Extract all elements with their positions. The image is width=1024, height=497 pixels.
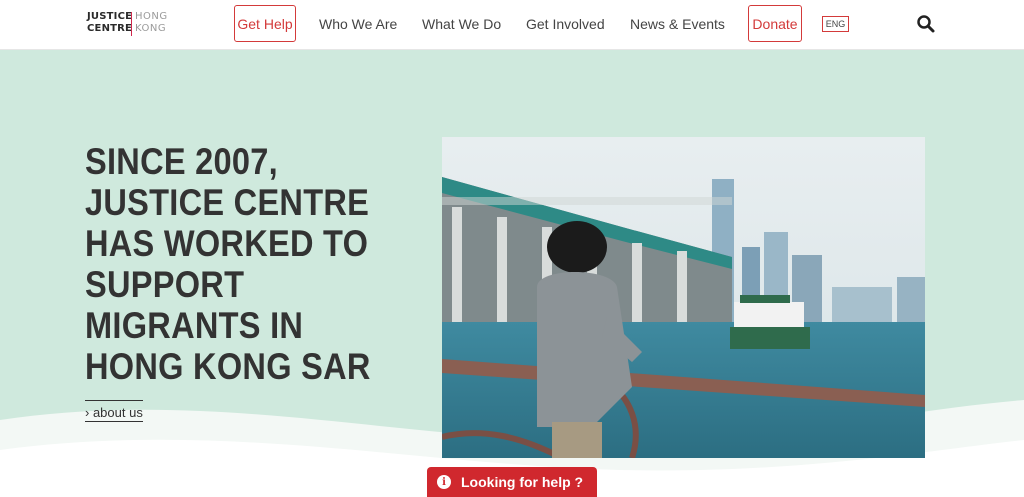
language-switcher[interactable]: ENG <box>822 16 849 32</box>
donate-button[interactable]: Donate <box>748 5 802 42</box>
get-help-button[interactable]: Get Help <box>234 5 296 42</box>
nav-item-get-involved[interactable]: Get Involved <box>526 16 605 32</box>
logo-divider <box>131 12 132 36</box>
site-header: JUSTICE CENTRE HONG KONG Get Help Who We… <box>0 0 1024 50</box>
nav-item-what-we-do[interactable]: What We Do <box>422 16 501 32</box>
nav-item-news-events[interactable]: News & Events <box>630 16 725 32</box>
logo-wordmark-left: JUSTICE CENTRE <box>87 11 133 34</box>
search-icon[interactable] <box>916 14 936 34</box>
hero-title: SINCE 2007, JUSTICE CENTRE HAS WORKED TO… <box>85 141 371 387</box>
looking-for-help-bar[interactable]: i Looking for help ? <box>427 467 597 497</box>
looking-for-help-label: Looking for help ? <box>461 474 584 490</box>
hero-photo <box>442 137 925 458</box>
justice-centre-logo[interactable]: JUSTICE CENTRE HONG KONG <box>87 11 171 39</box>
nav-item-who-we-are[interactable]: Who We Are <box>319 16 397 32</box>
logo-wordmark-right: HONG KONG <box>135 11 168 34</box>
about-us-link[interactable]: › about us <box>85 400 143 422</box>
info-icon: i <box>437 475 451 489</box>
